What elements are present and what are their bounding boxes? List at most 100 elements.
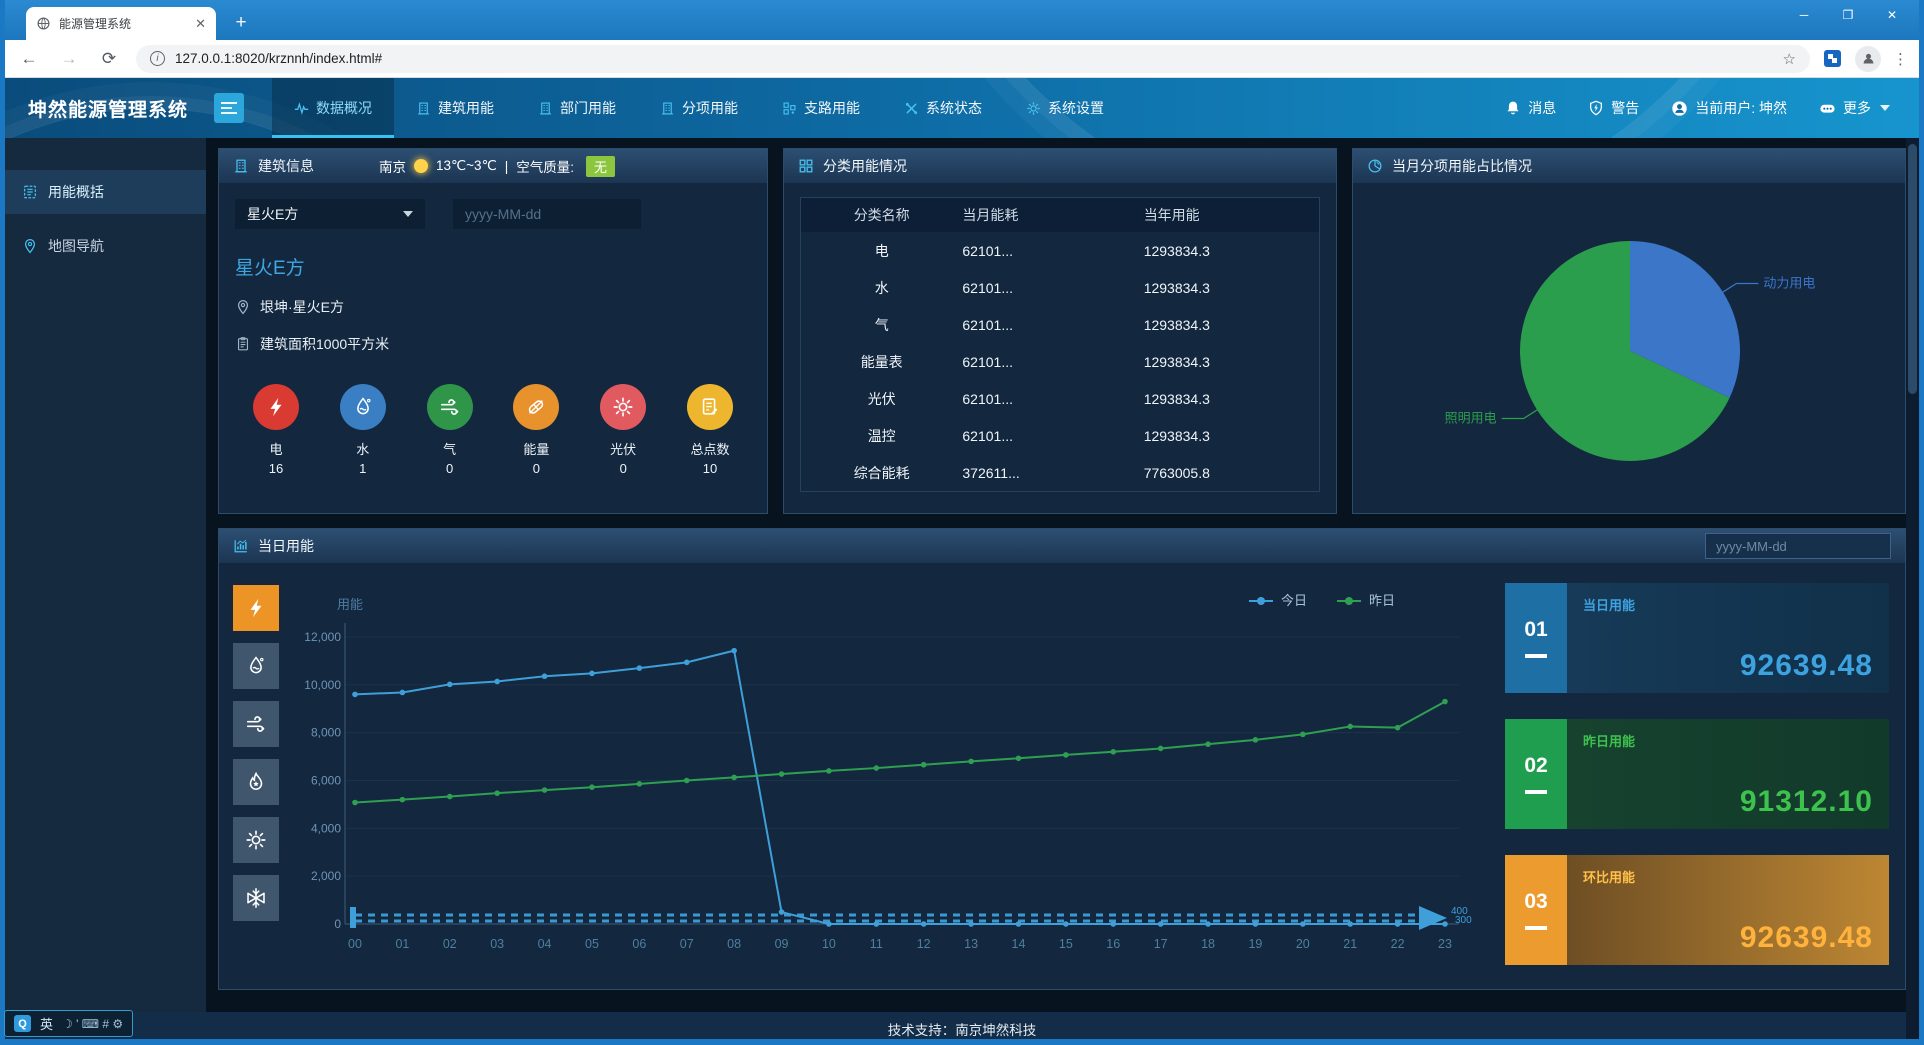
nav-item-系统设置[interactable]: 系统设置 xyxy=(1004,78,1126,138)
nav-right-more[interactable]: 更多 xyxy=(1819,98,1890,118)
tools-icon xyxy=(904,101,919,116)
table-cell: 1293834.3 xyxy=(1138,354,1319,370)
scrollbar-thumb[interactable] xyxy=(1908,144,1917,394)
legend-item[interactable]: 昨日 xyxy=(1337,593,1395,608)
close-button[interactable]: ✕ xyxy=(1870,0,1914,32)
browser-menu-icon[interactable]: ⋮ xyxy=(1893,50,1908,68)
ime-app-icon[interactable]: Q xyxy=(14,1015,31,1032)
mode-snow-button[interactable] xyxy=(233,875,279,921)
meter-光伏: 光伏0 xyxy=(592,384,654,476)
drop-icon xyxy=(340,384,386,430)
sidebar-item-label: 用能概括 xyxy=(48,182,104,202)
legend-item[interactable]: 今日 xyxy=(1249,593,1307,608)
building-select[interactable]: 星火E方 xyxy=(235,199,425,229)
meter-label: 电 xyxy=(269,439,282,458)
stat-card-index: 01 xyxy=(1505,583,1567,693)
mode-bolt-button[interactable] xyxy=(233,585,279,631)
sidebar-item-地图导航[interactable]: 地图导航 xyxy=(0,224,206,268)
location-pin-icon xyxy=(235,299,251,315)
svg-text:10,000: 10,000 xyxy=(304,678,341,692)
svg-text:04: 04 xyxy=(538,937,552,951)
browser-tab[interactable]: 能源管理系统 ✕ xyxy=(26,7,216,40)
svg-text:13: 13 xyxy=(964,937,978,951)
browser-toolbar: ← → ⟳ i 127.0.0.1:8020/krznnh/index.html… xyxy=(0,40,1924,78)
svg-text:01: 01 xyxy=(395,937,409,951)
ime-extra-icons[interactable]: ☽ ' ⌨ # ⚙ xyxy=(62,1017,123,1031)
air-quality-label: 空气质量: xyxy=(516,156,574,176)
category-energy-title: 分类用能情况 xyxy=(823,156,907,176)
bell-icon xyxy=(1505,100,1521,116)
site-info-icon[interactable]: i xyxy=(150,51,165,66)
forward-icon[interactable]: → xyxy=(58,49,80,69)
table-cell: 温控 xyxy=(801,426,956,446)
nav-item-label: 系统状态 xyxy=(926,98,982,118)
tab-close-icon[interactable]: ✕ xyxy=(195,16,206,32)
app-navbar: 坤然能源管理系统 数据概况建筑用能部门用能分项用能支路用能系统状态系统设置 消息… xyxy=(0,78,1924,138)
pie-panel: 当月分项用能占比情况 动力用电照明用电 xyxy=(1352,148,1906,514)
sidebar: 用能概括地图导航 xyxy=(0,138,206,1012)
page-scrollbar[interactable] xyxy=(1906,138,1919,1039)
meter-label: 气 xyxy=(443,439,456,458)
hamburger-menu-icon[interactable] xyxy=(214,93,244,123)
nav-item-数据概况[interactable]: 数据概况 xyxy=(272,78,394,138)
weather-strip: 南京 13℃~3℃ | 空气质量: 无 xyxy=(379,156,615,177)
ime-language-indicator[interactable]: 英 xyxy=(40,1014,53,1033)
wind-icon xyxy=(427,384,473,430)
building-select-value: 星火E方 xyxy=(247,204,298,224)
shieldbolt-icon xyxy=(1588,100,1604,116)
profile-avatar[interactable] xyxy=(1855,46,1881,72)
category-energy-table: 分类名称当月能耗当年用能电62101...1293834.3水62101...1… xyxy=(800,197,1320,492)
reload-icon[interactable]: ⟳ xyxy=(98,49,120,69)
building-date-input[interactable] xyxy=(453,199,641,229)
extension-icon[interactable] xyxy=(1824,50,1841,67)
svg-text:6,000: 6,000 xyxy=(311,774,341,788)
svg-text:2,000: 2,000 xyxy=(311,869,341,883)
maximize-button[interactable]: ❐ xyxy=(1826,0,1870,32)
nav-right-label: 消息 xyxy=(1528,98,1556,118)
building-info-header: 建筑信息 南京 13℃~3℃ | 空气质量: 无 xyxy=(219,149,767,183)
bookmark-star-icon[interactable]: ☆ xyxy=(1783,50,1796,68)
stat-card-label: 环比用能 xyxy=(1583,867,1635,886)
meter-value: 0 xyxy=(620,461,627,476)
new-tab-button[interactable]: + xyxy=(228,11,254,37)
weather-city: 南京 xyxy=(379,156,406,176)
svg-text:08: 08 xyxy=(727,937,741,951)
sidebar-item-用能概括[interactable]: 用能概括 xyxy=(0,170,206,214)
nav-item-支路用能[interactable]: 支路用能 xyxy=(760,78,882,138)
nav-item-建筑用能[interactable]: 建筑用能 xyxy=(394,78,516,138)
svg-text:8,000: 8,000 xyxy=(311,726,341,740)
nav-right-user[interactable]: 当前用户: 坤然 xyxy=(1671,98,1787,118)
stat-card-环比用能: 03环比用能92639.48 xyxy=(1505,855,1889,965)
mode-drop-button[interactable] xyxy=(233,643,279,689)
chevron-down-icon xyxy=(403,211,413,217)
nav-menu: 数据概况建筑用能部门用能分项用能支路用能 系统状态 系统设置 xyxy=(272,78,1126,138)
table-cell: 电 xyxy=(801,241,956,261)
minimize-button[interactable]: ─ xyxy=(1782,0,1826,32)
table-cell: 7763005.8 xyxy=(1138,465,1319,481)
chevron-down-icon xyxy=(1880,105,1890,111)
building-name: 星火E方 xyxy=(235,253,751,280)
url-bar[interactable]: i 127.0.0.1:8020/krznnh/index.html# ☆ xyxy=(136,45,1810,73)
mode-sun-button[interactable] xyxy=(233,817,279,863)
meter-水: 水1 xyxy=(332,384,394,476)
footer-text: 技术支持：南京坤然科技 xyxy=(888,1019,1037,1039)
building-icon xyxy=(538,101,553,116)
globe-favicon-icon xyxy=(36,16,51,31)
back-icon[interactable]: ← xyxy=(18,49,40,69)
nav-item-分项用能[interactable]: 分项用能 xyxy=(638,78,760,138)
svg-text:16: 16 xyxy=(1106,937,1120,951)
daily-date-input[interactable] xyxy=(1705,533,1891,559)
nav-right-bell[interactable]: 消息 xyxy=(1505,98,1556,118)
language-bar[interactable]: Q 英 ☽ ' ⌨ # ⚙ xyxy=(4,1010,133,1037)
url-text[interactable]: 127.0.0.1:8020/krznnh/index.html# xyxy=(175,51,1783,66)
svg-text:14: 14 xyxy=(1012,937,1026,951)
mode-wind-button[interactable] xyxy=(233,701,279,747)
category-energy-panel: 分类用能情况 分类名称当月能耗当年用能电62101...1293834.3水62… xyxy=(783,148,1337,514)
meter-value: 0 xyxy=(446,461,453,476)
window-frame-left xyxy=(0,0,5,1045)
nav-item-系统状态[interactable]: 系统状态 xyxy=(882,78,1004,138)
svg-text:20: 20 xyxy=(1296,937,1310,951)
nav-item-部门用能[interactable]: 部门用能 xyxy=(516,78,638,138)
mode-flame-button[interactable] xyxy=(233,759,279,805)
nav-right-shieldbolt[interactable]: 警告 xyxy=(1588,98,1639,118)
